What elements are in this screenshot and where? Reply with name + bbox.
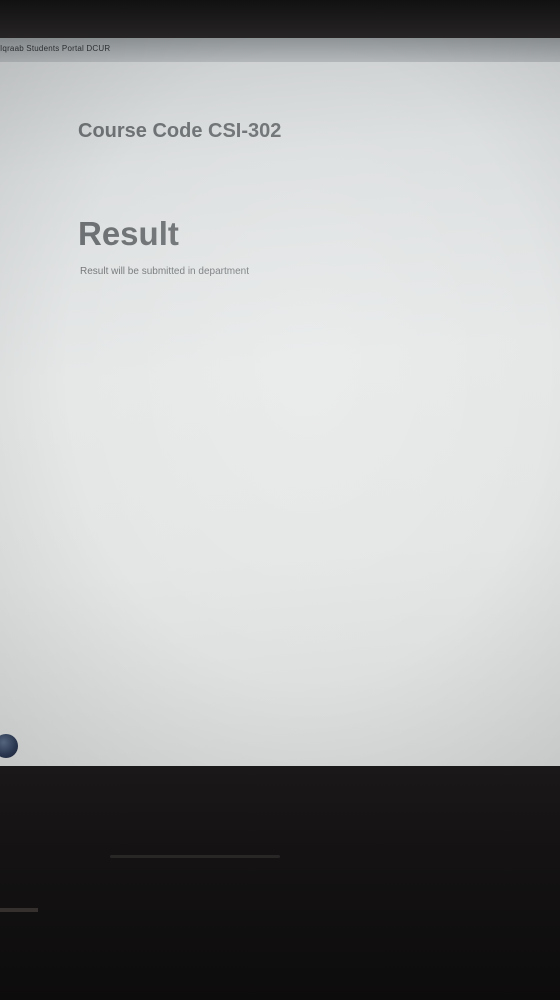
bezel-light-reflection: [0, 908, 38, 912]
monitor-bezel-bottom: [0, 766, 560, 1000]
monitor-bezel-top: [0, 0, 560, 38]
start-orb-icon[interactable]: [0, 734, 18, 758]
photo-frame: Iqraab Students Portal DCUR Course Code …: [0, 0, 560, 1000]
browser-tab-bar: Iqraab Students Portal DCUR: [0, 38, 560, 62]
course-code-heading: Course Code CSI-302: [78, 120, 282, 142]
result-heading: Result: [78, 215, 179, 252]
bezel-reflection: [110, 855, 280, 858]
result-message: Result will be submitted in department: [80, 266, 249, 277]
browser-screen: Iqraab Students Portal DCUR Course Code …: [0, 38, 560, 766]
main-content: Course Code CSI-302 Result Result will b…: [78, 120, 518, 277]
screen-glare: [0, 38, 560, 766]
browser-tab-title[interactable]: Iqraab Students Portal DCUR: [0, 44, 110, 53]
